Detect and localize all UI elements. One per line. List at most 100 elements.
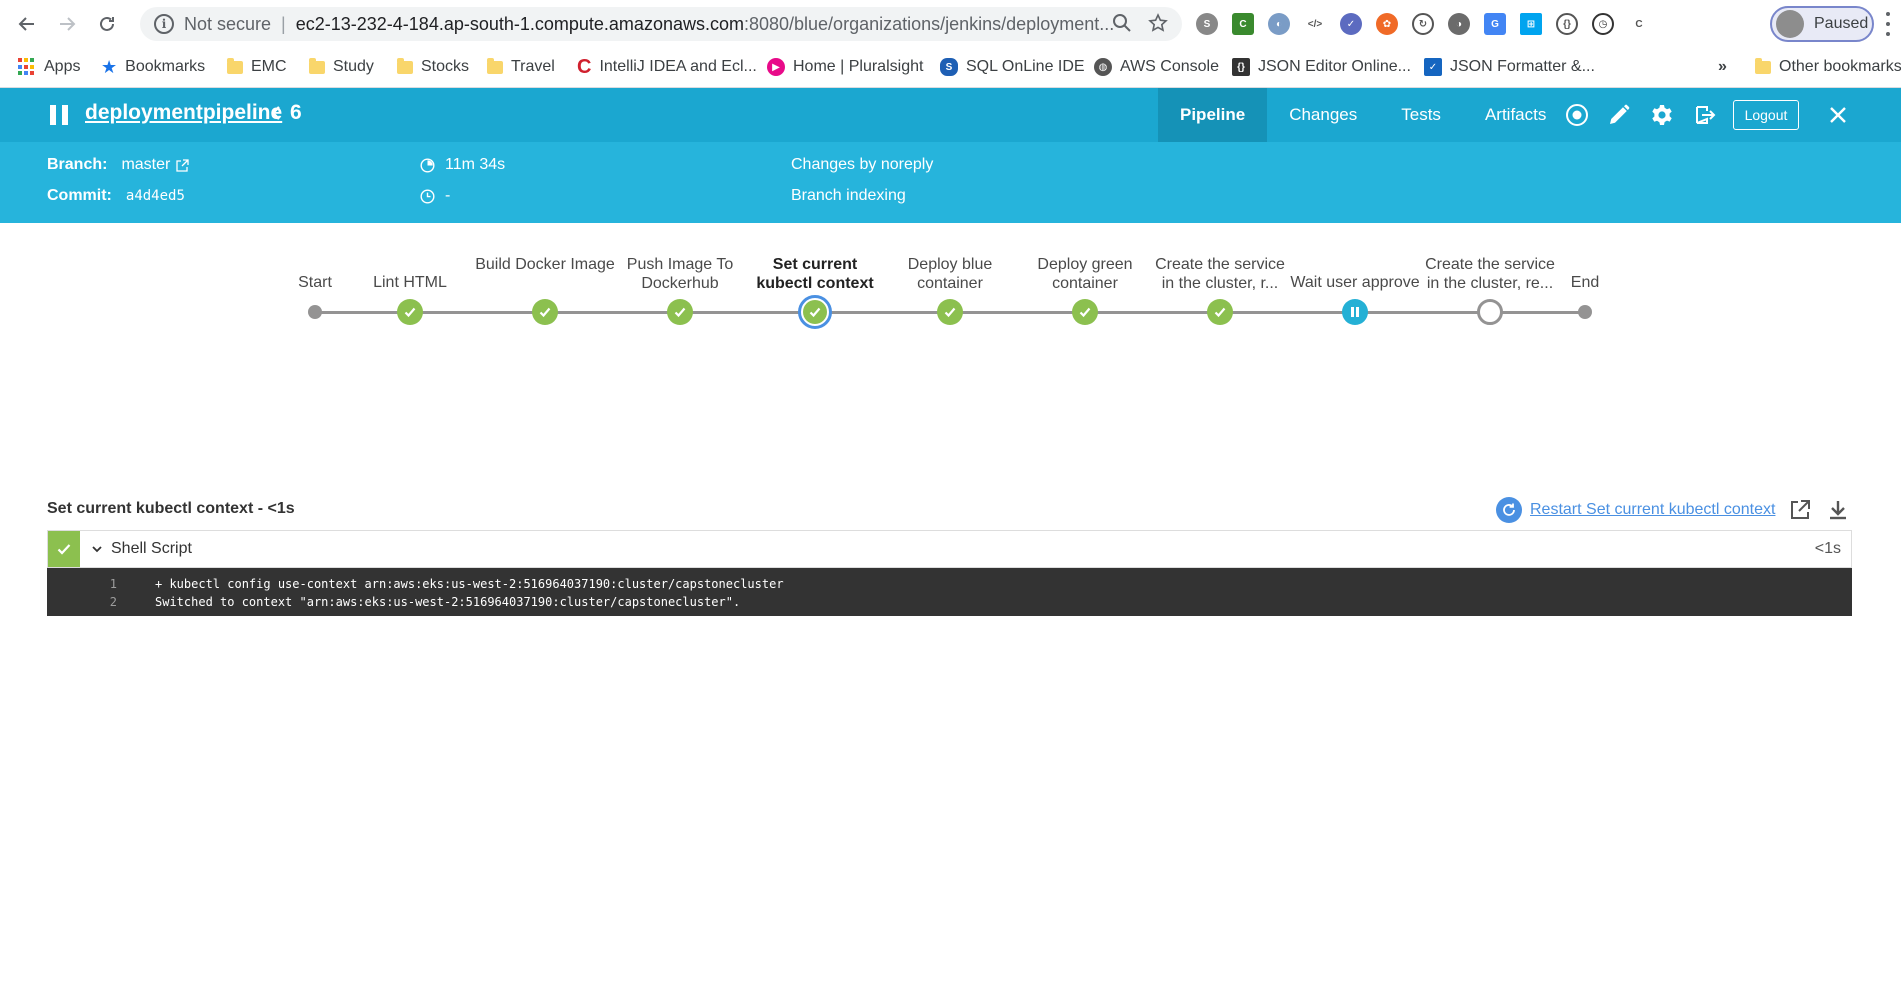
bookmark-aws-console[interactable]: ◍ AWS Console (1094, 54, 1219, 80)
bookmark-json-editor[interactable]: {} JSON Editor Online... (1232, 54, 1411, 80)
clock-icon[interactable]: ◷ (1592, 13, 1614, 35)
step-row-shell-script[interactable]: Shell Script <1s (47, 530, 1852, 568)
branch-value[interactable]: master (121, 156, 170, 174)
stage-node-selected[interactable] (798, 295, 832, 329)
moon-icon[interactable]: ◑ (1448, 13, 1470, 35)
restart-stage[interactable]: Restart Set current kubectl context (1496, 497, 1775, 523)
check-icon (57, 544, 71, 555)
settings-button[interactable] (1650, 103, 1674, 127)
open-log-button[interactable] (1788, 498, 1812, 522)
open-in-new-icon (1791, 500, 1810, 519)
line-number[interactable]: 2 (47, 595, 117, 609)
tab-tests[interactable]: Tests (1379, 88, 1463, 142)
header-tabs: Pipeline Changes Tests Artifacts (1158, 88, 1568, 142)
classic-ui-button[interactable] (1693, 103, 1717, 127)
stage-label[interactable]: Create the service in the cluster, r... (1150, 255, 1290, 293)
json-icon[interactable]: {} (1556, 13, 1578, 35)
stage-node-success[interactable] (1207, 299, 1233, 325)
skype-icon[interactable]: S (1196, 13, 1218, 35)
tab-changes[interactable]: Changes (1267, 88, 1379, 142)
info-icon[interactable]: i (154, 14, 174, 34)
external-link-icon[interactable] (176, 158, 190, 172)
bookmark-bookmarks[interactable]: ★ Bookmarks (101, 54, 205, 80)
close-button[interactable] (1826, 103, 1850, 127)
stage-label[interactable]: Deploy green container (1015, 255, 1155, 293)
stage-label[interactable]: End (1515, 273, 1655, 292)
stage-node-end[interactable] (1578, 305, 1592, 319)
stop-button[interactable] (1565, 103, 1589, 127)
intellij-icon: C (577, 55, 592, 78)
chevron-left-icon (271, 106, 280, 120)
download-log-button[interactable] (1826, 498, 1850, 522)
bookmark-travel[interactable]: Travel (487, 54, 555, 80)
stage-label[interactable]: Wait user approve (1285, 273, 1425, 292)
stage-node-success[interactable] (532, 299, 558, 325)
back-button[interactable] (13, 10, 41, 38)
step-success-badge (48, 531, 80, 567)
line-number[interactable]: 1 (47, 577, 117, 591)
stage-node-paused[interactable] (1342, 299, 1368, 325)
stage-label[interactable]: Set current kubectl context (745, 255, 885, 293)
stage-node-start[interactable] (308, 305, 322, 319)
bookmark-label: JSON Formatter &... (1450, 58, 1595, 75)
bookmark-other[interactable]: Other bookmarks (1755, 54, 1901, 80)
url-separator: | (281, 13, 286, 34)
stage-node-success[interactable] (937, 299, 963, 325)
json-editor-icon: {} (1232, 58, 1250, 76)
chevron-down-icon[interactable] (88, 540, 106, 558)
star-icon[interactable] (1148, 13, 1168, 33)
branch-info: Branch: master (47, 156, 190, 174)
folder-icon (397, 57, 413, 74)
code-icon[interactable]: </> (1304, 13, 1326, 35)
bookmark-study[interactable]: Study (309, 54, 374, 80)
bookmark-label: Home | Pluralsight (793, 58, 924, 75)
refresh-ext-icon[interactable]: ↻ (1412, 13, 1434, 35)
stage-label[interactable]: Build Docker Image (475, 255, 615, 274)
bookmark-sql-online[interactable]: S SQL OnLine IDE (940, 54, 1085, 80)
address-bar[interactable]: i Not secure | ec2-13-232-4-184.ap-south… (140, 7, 1182, 41)
translate-icon[interactable]: G (1484, 13, 1506, 35)
tab-artifacts[interactable]: Artifacts (1463, 88, 1568, 142)
line-text: Switched to context "arn:aws:eks:us-west… (155, 595, 741, 609)
zoom-icon[interactable] (1112, 13, 1132, 33)
bookmark-pluralsight[interactable]: ▶ Home | Pluralsight (767, 54, 923, 80)
bookmark-intellij[interactable]: C IntelliJ IDEA and Ecl... (577, 54, 757, 80)
duration-info: 11m 34s (420, 156, 505, 174)
browser-menu-icon[interactable] (1886, 12, 1892, 36)
run-details-bar: Branch: master Commit: a4d4ed5 11m 34s -… (0, 142, 1901, 223)
stage-label[interactable]: Lint HTML (340, 273, 480, 292)
forward-button[interactable] (53, 10, 81, 38)
bookmark-emc[interactable]: EMC (227, 54, 287, 80)
bookmark-apps[interactable]: Apps (18, 54, 80, 80)
shield-check-icon[interactable]: ✓ (1340, 13, 1362, 35)
windows-icon[interactable]: ⊞ (1520, 13, 1542, 35)
arrow-right-icon (60, 17, 76, 31)
stage-node-not-built[interactable] (1477, 299, 1503, 325)
stage-node-success[interactable] (397, 299, 423, 325)
logout-button[interactable]: Logout (1733, 100, 1799, 130)
stage-node-success[interactable] (1072, 299, 1098, 325)
restart-icon[interactable] (1496, 497, 1522, 523)
edit-button[interactable] (1607, 103, 1631, 127)
commit-info: Commit: a4d4ed5 (47, 187, 185, 205)
bookmarks-overflow-button[interactable]: » (1718, 54, 1727, 80)
restart-stage-link[interactable]: Restart Set current kubectl context (1530, 501, 1775, 519)
bookmark-stocks[interactable]: Stocks (397, 54, 469, 80)
apps-grid-icon (18, 58, 36, 76)
cors-icon[interactable]: C (1232, 13, 1254, 35)
commit-value: a4d4ed5 (125, 188, 185, 204)
profile-button[interactable]: Paused (1770, 6, 1874, 42)
extension-c-icon[interactable]: C (1628, 13, 1650, 35)
pipeline-name-link[interactable]: deploymentpipeline (85, 101, 282, 125)
bookmark-json-formatter[interactable]: ✓ JSON Formatter &... (1424, 54, 1595, 80)
stage-label[interactable]: Push Image To Dockerhub (610, 255, 750, 293)
extension-orange-icon[interactable]: ✿ (1376, 13, 1398, 35)
tab-pipeline[interactable]: Pipeline (1158, 88, 1268, 142)
stage-label[interactable]: Deploy blue container (880, 255, 1020, 293)
bookmark-label: Study (333, 58, 374, 75)
stage-node-success[interactable] (667, 299, 693, 325)
extension-icon[interactable]: ◐ (1268, 13, 1290, 35)
url-host: ec2-13-232-4-184.ap-south-1.compute.amaz… (295, 13, 744, 34)
folder-icon (309, 57, 325, 74)
reload-button[interactable] (93, 10, 121, 38)
